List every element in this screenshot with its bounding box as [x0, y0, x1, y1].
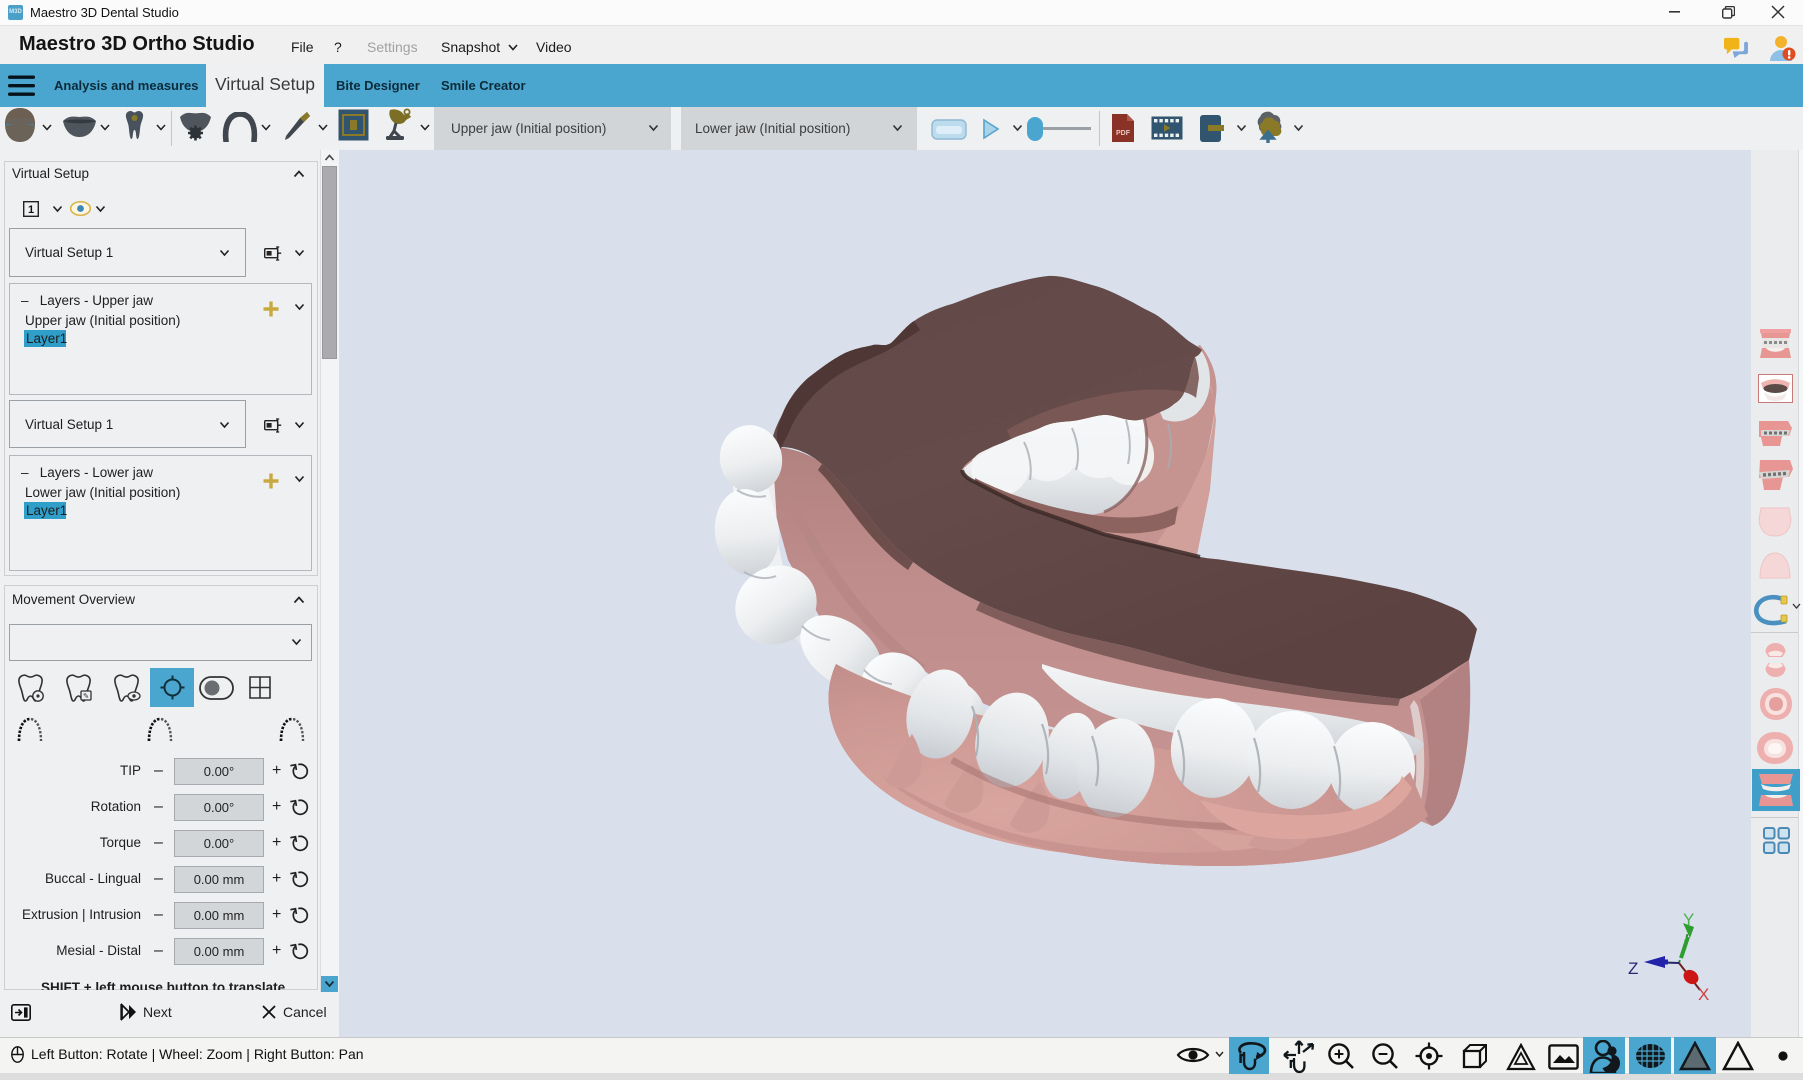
svg-text:✎: ✎ [83, 691, 89, 700]
svg-text:Z: Z [1628, 959, 1638, 978]
svg-text:Y: Y [1683, 910, 1694, 929]
svg-text:1: 1 [28, 204, 34, 216]
svg-text:PDF: PDF [1116, 130, 1131, 137]
svg-text:X: X [1698, 985, 1709, 1004]
